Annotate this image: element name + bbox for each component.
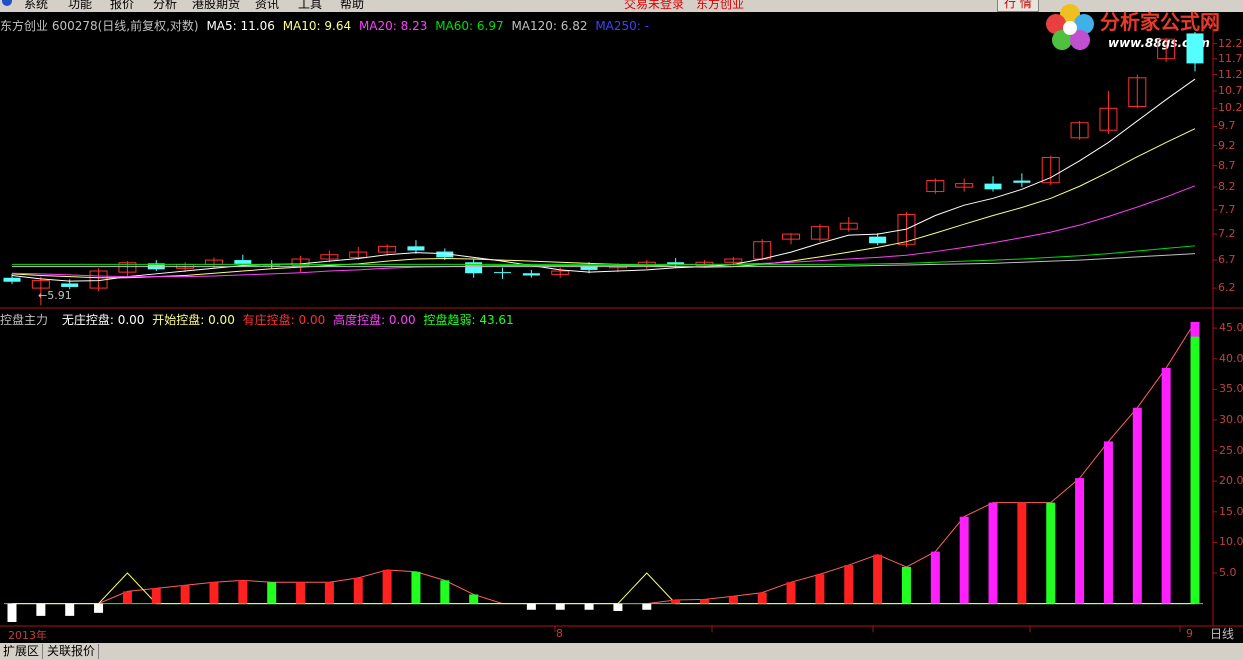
bar-controlled (815, 574, 825, 604)
x-label-year: 2013年 (8, 629, 47, 642)
bar-controlled (671, 599, 681, 604)
candle-down (1013, 180, 1031, 183)
chart-axes (0, 14, 1243, 632)
candle-down (984, 183, 1002, 190)
bar-high-control (1075, 478, 1085, 604)
bar-controlled (151, 588, 161, 604)
bar-no-control (65, 603, 75, 616)
ma-line-ma10 (11, 128, 1196, 279)
price-y-tick-label: 8.7 (1218, 158, 1236, 172)
bar-weakening (1190, 336, 1200, 604)
candle-down (522, 273, 540, 276)
indicator-chart[interactable] (4, 321, 1203, 622)
bar-controlled (382, 569, 392, 604)
price-y-tick-label: 9.2 (1218, 138, 1236, 152)
price-y-tick-label: 11.2 (1218, 67, 1243, 81)
indicator-y-tick-label: 15.0 (1219, 504, 1243, 518)
bar-high-control (1103, 441, 1113, 604)
bar-weakening (411, 571, 421, 604)
bar-no-control (526, 603, 536, 610)
bar-no-control (94, 603, 104, 613)
candle-down (465, 262, 483, 274)
ma-line-ma60 (12, 245, 1196, 265)
price-y-tick-label: 9.7 (1218, 119, 1236, 133)
bar-controlled (757, 592, 767, 604)
bar-weakening (1046, 502, 1056, 604)
moving-average-lines (11, 78, 1196, 282)
period-tab-daily[interactable]: 日线 (1210, 626, 1243, 642)
bar-weakening (901, 566, 911, 604)
bottom-bar: 扩展区 关联报价 (0, 643, 1243, 660)
bar-no-control (36, 603, 46, 616)
price-y-tick-label: 10.2 (1218, 101, 1243, 115)
candle-down (234, 260, 252, 264)
bar-controlled (324, 582, 334, 604)
bar-controlled (728, 596, 738, 604)
x-label-aug: 8 (556, 627, 563, 640)
ma-line-ma5 (11, 78, 1196, 282)
chart-canvas[interactable] (0, 0, 1243, 643)
price-y-tick-label: 12.2 (1218, 36, 1243, 50)
price-y-tick-label: 6.2 (1218, 281, 1236, 295)
indicator-y-tick-label: 35.0 (1219, 382, 1243, 396)
bar-weakening (440, 580, 450, 604)
bar-no-control (584, 603, 594, 610)
bar-weakening (469, 594, 479, 604)
bar-weakening (267, 582, 277, 604)
bar-high-control (1132, 407, 1142, 604)
candle-down (407, 246, 425, 251)
candle-down (61, 283, 79, 287)
ma-line-ma20 (11, 185, 1196, 278)
bar-controlled (873, 554, 883, 604)
bar-no-control (555, 603, 565, 610)
indicator-y-tick-label: 20.0 (1219, 474, 1243, 488)
bar-controlled (296, 582, 306, 604)
candle-down (869, 236, 887, 244)
tab-extension-area[interactable]: 扩展区 (0, 644, 44, 659)
indicator-y-tick-label: 25.0 (1219, 443, 1243, 457)
indicator-y-tick-label: 30.0 (1219, 412, 1243, 426)
bar-high-control (1161, 367, 1171, 604)
bar-high-control (988, 502, 998, 604)
bar-no-control (613, 603, 623, 611)
bar-controlled (1017, 502, 1027, 604)
bar-no-control (7, 603, 17, 622)
candle-down (3, 277, 21, 282)
price-y-tick-label: 10.7 (1218, 84, 1243, 98)
bar-controlled (122, 591, 132, 604)
bar-controlled (844, 565, 854, 604)
candle-down (1186, 33, 1204, 64)
bar-high-control (930, 551, 940, 604)
x-label-sep: 9 (1186, 627, 1193, 640)
price-y-tick-label: 7.2 (1218, 227, 1236, 241)
candle-down (494, 272, 512, 274)
bar-controlled (353, 577, 363, 604)
indicator-y-tick-label: 5.0 (1219, 566, 1237, 580)
indicator-y-tick-label: 45.0 (1219, 321, 1243, 335)
indicator-y-tick-label: 40.0 (1219, 351, 1243, 365)
price-y-tick-label: 6.7 (1218, 253, 1236, 267)
bar-controlled (699, 599, 709, 604)
bar-high-control (959, 516, 969, 604)
tab-related-quotes[interactable]: 关联报价 (44, 644, 100, 659)
bar-controlled (238, 580, 248, 604)
price-y-tick-label: 8.2 (1218, 180, 1236, 194)
price-y-tick-label: 7.7 (1218, 202, 1236, 216)
price-y-tick-label: 11.7 (1218, 51, 1243, 65)
bar-no-control (642, 603, 652, 610)
low-price-marker: ←5.91 (38, 289, 72, 302)
bar-controlled (209, 582, 219, 604)
bar-controlled (786, 582, 796, 604)
indicator-y-tick-label: 10.0 (1219, 535, 1243, 549)
bar-controlled (180, 585, 190, 604)
